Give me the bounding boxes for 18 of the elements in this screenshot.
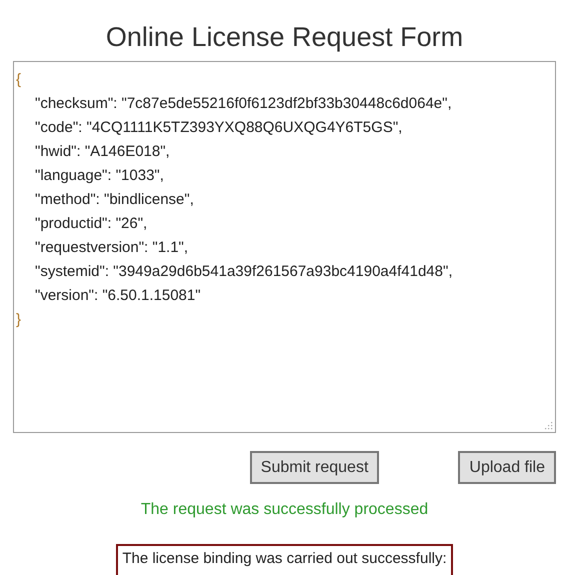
brace-text: } — [15, 310, 22, 330]
request-text-area[interactable] — [13, 61, 556, 433]
json-line: "hwid": "A146E018", — [35, 142, 170, 162]
json-line: "systemid": "3949a29d6b541a39f261567a93bc4190a4f41d48", — [35, 262, 452, 282]
success-message: The request was successfully processed — [140, 500, 430, 520]
json-line: "productid": "26", — [35, 214, 148, 234]
json-line: "code": "4CQ1111K5TZ393YXQ88Q6UXQG4Y6T5GS", — [35, 118, 402, 138]
json-line: "version": "6.50.1.15081" — [35, 286, 201, 306]
resize-grip-icon[interactable] — [545, 422, 553, 430]
result-message: The license binding was carried out successfully: — [122, 550, 447, 567]
submit-request-button[interactable]: Submit request — [250, 451, 380, 484]
brace-text: { — [15, 70, 22, 90]
upload-file-button[interactable]: Upload file — [458, 451, 556, 484]
json-line: "requestversion": "1.1", — [35, 238, 188, 258]
form-title: Online License Request Form — [104, 21, 464, 54]
json-line: "checksum": "7c87e5de55216f0f6123df2bf33b30448c6d064e", — [35, 94, 452, 114]
json-line: "language": "1033", — [35, 166, 164, 186]
json-line: "method": "bindlicense", — [35, 190, 194, 210]
